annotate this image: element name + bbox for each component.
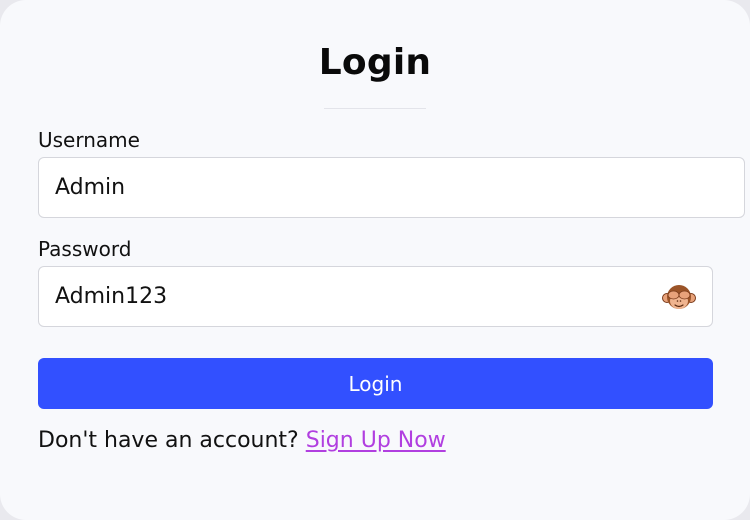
password-field-wrapper: [38, 266, 713, 327]
title-divider: [324, 108, 426, 109]
page-title: Login: [318, 42, 432, 83]
login-card: Login Username Password: [0, 0, 750, 520]
username-field-wrapper: [38, 157, 745, 218]
password-input[interactable]: [39, 267, 712, 326]
signup-link[interactable]: Sign Up Now: [306, 428, 446, 453]
login-button[interactable]: Login: [38, 358, 713, 409]
username-label: Username: [38, 128, 140, 152]
username-input[interactable]: [39, 158, 744, 217]
password-label: Password: [38, 237, 132, 261]
signup-row: Don't have an account? Sign Up Now: [38, 428, 446, 453]
see-no-evil-monkey-icon[interactable]: [662, 281, 696, 315]
signup-prompt: Don't have an account?: [38, 428, 299, 453]
